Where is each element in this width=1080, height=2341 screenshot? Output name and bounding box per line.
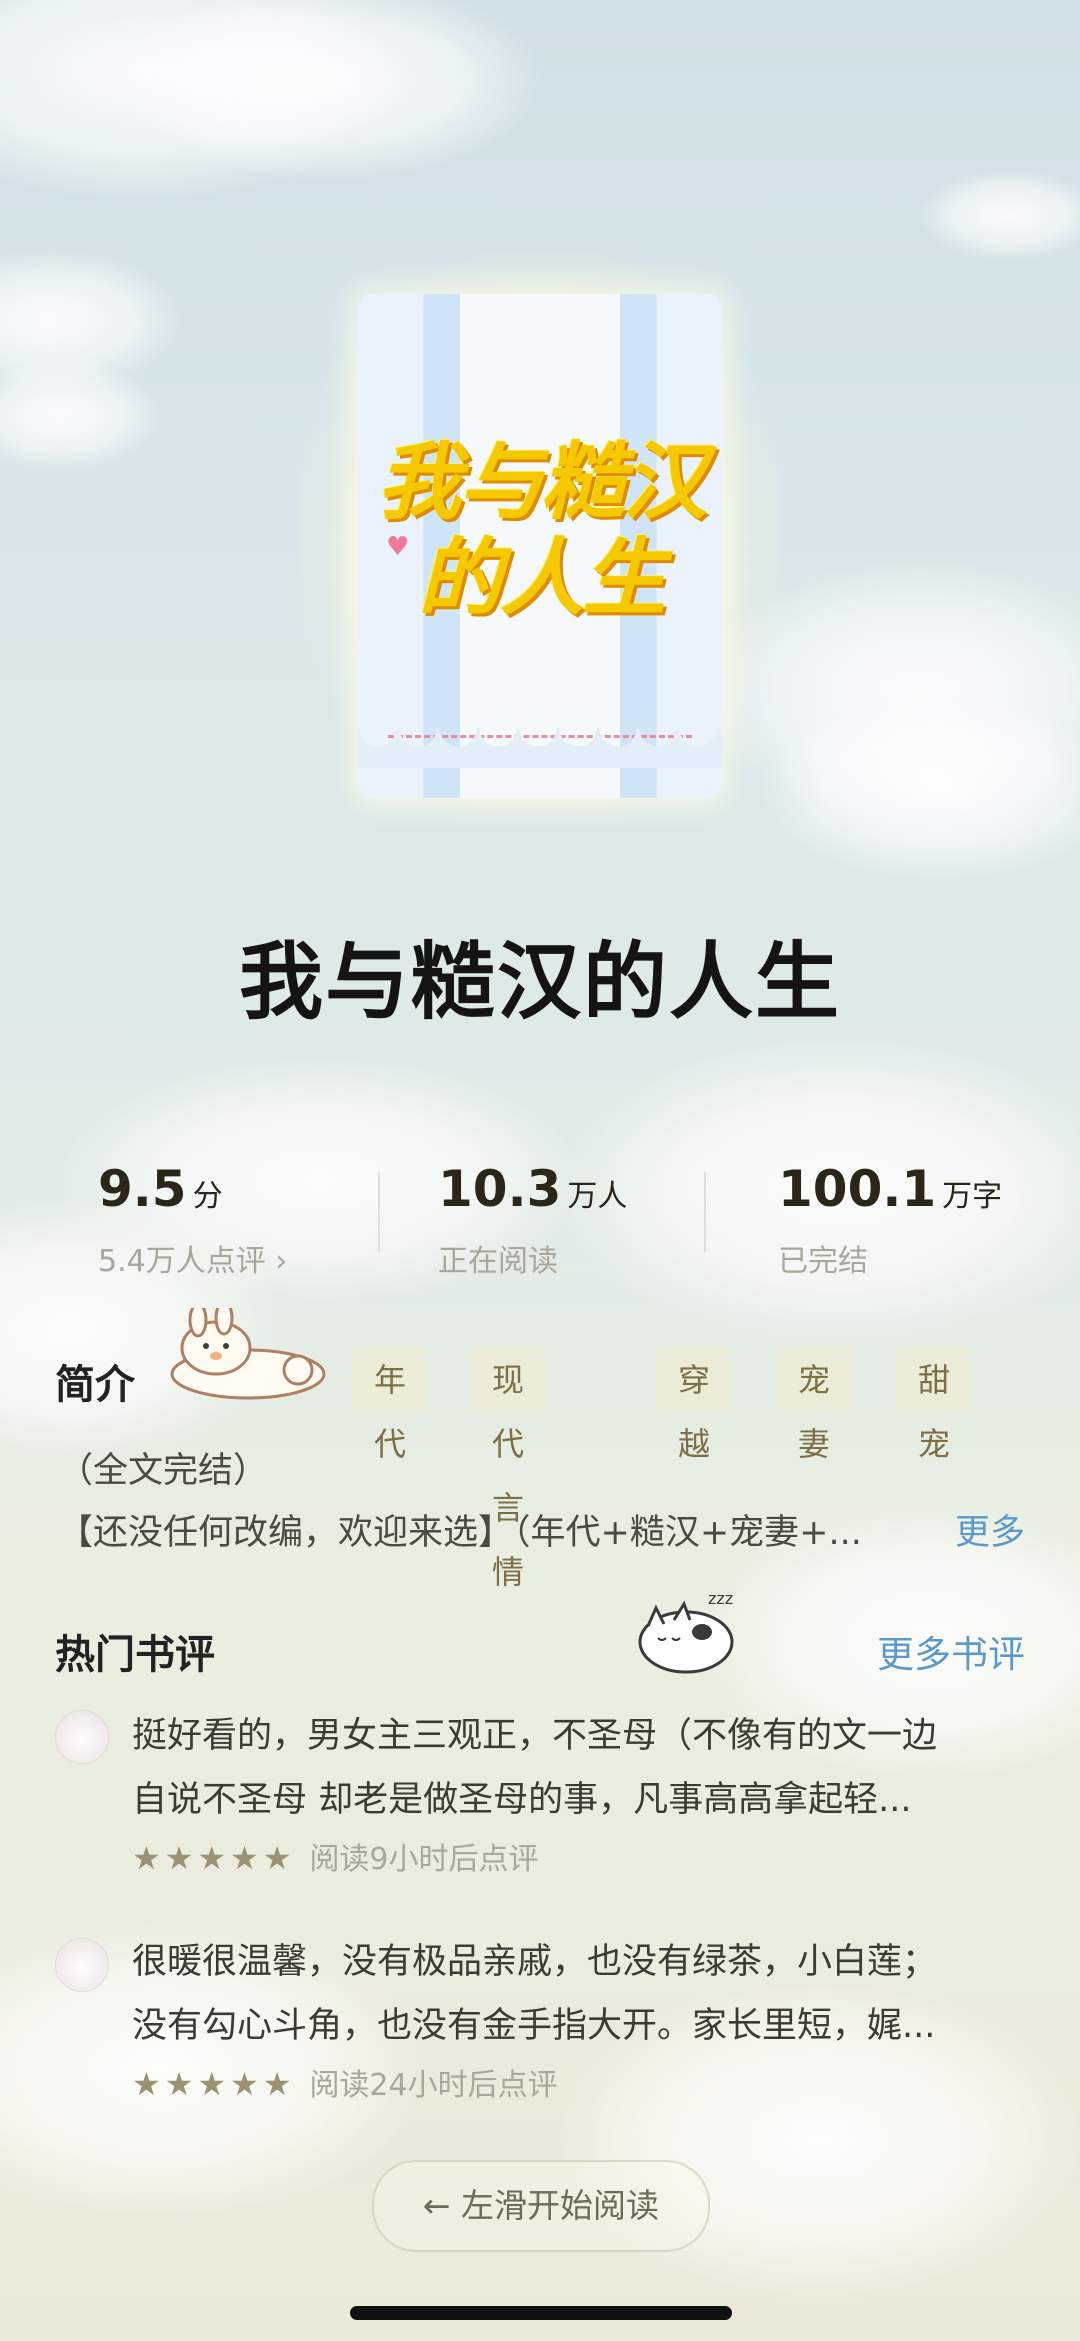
heart-icon: ♥ xyxy=(386,532,410,562)
more-reviews-link[interactable]: 更多书评 xyxy=(877,1624,1025,1678)
stat-divider xyxy=(704,1172,706,1252)
tag-item[interactable]: 穿越 xyxy=(656,1348,733,1463)
avatar[interactable] xyxy=(55,1938,109,1992)
rating-value: 9.5 xyxy=(98,1160,187,1218)
book-title: 我与糙汉的人生 xyxy=(238,933,841,1031)
cover-title: 我与糙汉 的人生 xyxy=(376,432,707,627)
review-time: 阅读24小时后点评 xyxy=(309,2068,558,2103)
tag-item[interactable]: 宠妻 xyxy=(776,1348,853,1463)
tag-item[interactable]: 现代言情 xyxy=(470,1348,547,1591)
stat-rating[interactable]: 9.5 分 5.4万人点评 › xyxy=(98,1160,287,1280)
book-cover[interactable]: 我与糙汉 的人生 ♥ xyxy=(358,294,722,798)
cover-wave-decoration xyxy=(358,728,722,798)
intro-text-line: （全文完结） xyxy=(58,1451,269,1491)
status-label: 已完结 xyxy=(778,1244,868,1279)
tag-item[interactable]: 甜宠 xyxy=(896,1348,973,1463)
star-rating-icon: ★★★★★ xyxy=(132,1839,296,1877)
stats-row: 9.5 分 5.4万人点评 › 10.3 万人 正在阅读 100.1 万字 已完结 xyxy=(0,1160,1080,1280)
svg-text:zzz: zzz xyxy=(708,1589,733,1608)
start-reading-button[interactable]: ← 左滑开始阅读 xyxy=(372,2160,710,2252)
readers-label: 正在阅读 xyxy=(438,1244,558,1279)
bunny-sticker-icon xyxy=(170,1308,326,1400)
review-meta: ★★★★★ 阅读24小时后点评 xyxy=(132,2060,558,2104)
star-rating-icon: ★★★★★ xyxy=(132,2065,296,2103)
home-indicator[interactable] xyxy=(350,2306,732,2320)
reviews-heading: 热门书评 xyxy=(55,1632,215,1678)
stat-wordcount: 100.1 万字 已完结 xyxy=(778,1160,1002,1280)
tag-item[interactable]: 年代 xyxy=(352,1348,429,1463)
readers-unit: 万人 xyxy=(567,1179,628,1214)
readers-value: 10.3 xyxy=(438,1160,562,1218)
review-time: 阅读9小时后点评 xyxy=(309,1842,539,1877)
review-text: 很暖很温馨，没有极品亲戚，也没有绿茶，小白莲； 没有勾心斗角，也没有金手指大开。… xyxy=(132,1942,938,2046)
wordcount-value: 100.1 xyxy=(778,1160,937,1218)
intro-more-link[interactable]: 更多 xyxy=(955,1504,1025,1555)
intro-text-line: 【还没任何改编，欢迎来选】（年代+糙汉+宠妻+... xyxy=(58,1513,862,1553)
wordcount-unit: 万字 xyxy=(942,1179,1003,1214)
stat-divider xyxy=(378,1172,380,1252)
intro-heading: 简介 xyxy=(55,1362,135,1408)
rating-count: 5.4万人点评 › xyxy=(98,1244,288,1279)
review-text: 挺好看的，男女主三观正，不圣母（不像有的文一边 自说不圣母 却老是做圣母的事，凡… xyxy=(132,1716,938,1820)
avatar[interactable] xyxy=(55,1710,109,1764)
rating-unit: 分 xyxy=(192,1179,223,1214)
stat-readers: 10.3 万人 正在阅读 xyxy=(438,1160,627,1280)
sleeping-cat-icon: zzz xyxy=(638,1589,734,1674)
review-meta: ★★★★★ 阅读9小时后点评 xyxy=(132,1834,539,1878)
